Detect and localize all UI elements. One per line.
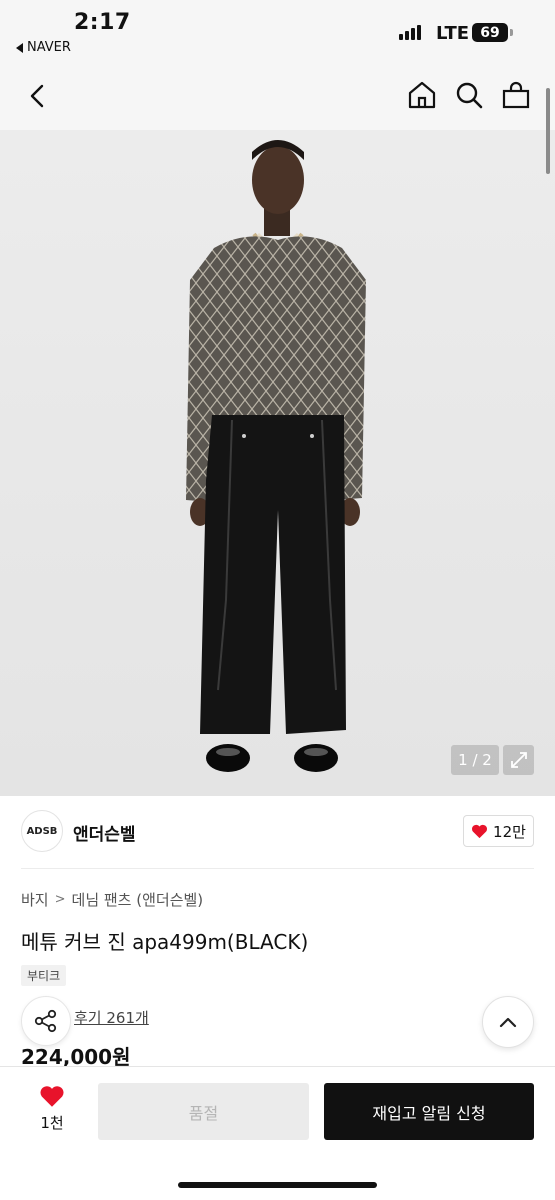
- chevron-up-icon: [499, 1017, 517, 1028]
- chevron-right-icon: >: [54, 892, 66, 907]
- wishlist-count: 1천: [40, 1114, 64, 1132]
- soldout-button: 품절: [98, 1083, 309, 1140]
- home-indicator: [178, 1182, 377, 1188]
- back-button[interactable]: [22, 80, 54, 112]
- back-app-label: NAVER: [27, 40, 71, 55]
- brand-name[interactable]: 앤더슨벨: [73, 820, 136, 845]
- search-button[interactable]: [452, 78, 486, 112]
- home-button[interactable]: [405, 78, 439, 112]
- boutique-tag: 부티크: [21, 965, 67, 986]
- cart-button[interactable]: [499, 78, 533, 112]
- share-icon: [34, 1009, 57, 1033]
- model-photo: [186, 140, 366, 772]
- back-to-app-link[interactable]: NAVER: [16, 40, 71, 55]
- battery-level: 69: [480, 24, 500, 41]
- reviews-link[interactable]: 후기 261개: [74, 1007, 149, 1028]
- product-image[interactable]: [0, 130, 555, 796]
- top-nav: [0, 62, 555, 130]
- signal-icon: [399, 24, 421, 40]
- section-divider: [21, 868, 534, 869]
- breadcrumb-item-category[interactable]: 바지: [21, 889, 49, 910]
- back-triangle-icon: [16, 42, 23, 53]
- image-counter: 1 / 2: [451, 745, 499, 775]
- network-label: LTE: [436, 23, 470, 44]
- brand-logo[interactable]: ADSB: [21, 810, 63, 852]
- product-title: 메튜 커브 진 apa499m(BLACK): [21, 930, 309, 954]
- heart-icon: [40, 1086, 64, 1107]
- breadcrumb-item-subcategory[interactable]: 데님 팬츠 (앤더슨벨): [72, 889, 204, 910]
- battery-cap: [510, 29, 513, 36]
- status-time: 2:17: [74, 10, 131, 35]
- restock-alert-button[interactable]: 재입고 알림 신청: [324, 1083, 534, 1140]
- home-icon: [408, 81, 436, 109]
- shopping-bag-icon: [502, 81, 530, 109]
- share-button[interactable]: [21, 996, 71, 1046]
- chevron-left-icon: [30, 84, 44, 108]
- heart-icon: [472, 824, 488, 838]
- search-icon: [456, 82, 483, 109]
- scroll-to-top-button[interactable]: [482, 996, 534, 1048]
- battery-icon: 69: [472, 23, 508, 42]
- brand-like-button[interactable]: 12만: [463, 815, 534, 847]
- expand-icon: [510, 752, 527, 768]
- wishlist-button[interactable]: 1천: [34, 1085, 70, 1133]
- page-scrollbar[interactable]: [546, 88, 550, 174]
- breadcrumb: 바지 > 데님 팬츠 (앤더슨벨): [21, 889, 203, 910]
- brand-like-count: 12만: [493, 822, 526, 841]
- status-bar: 2:17 NAVER LTE 69: [0, 0, 555, 62]
- expand-image-button[interactable]: [503, 745, 534, 775]
